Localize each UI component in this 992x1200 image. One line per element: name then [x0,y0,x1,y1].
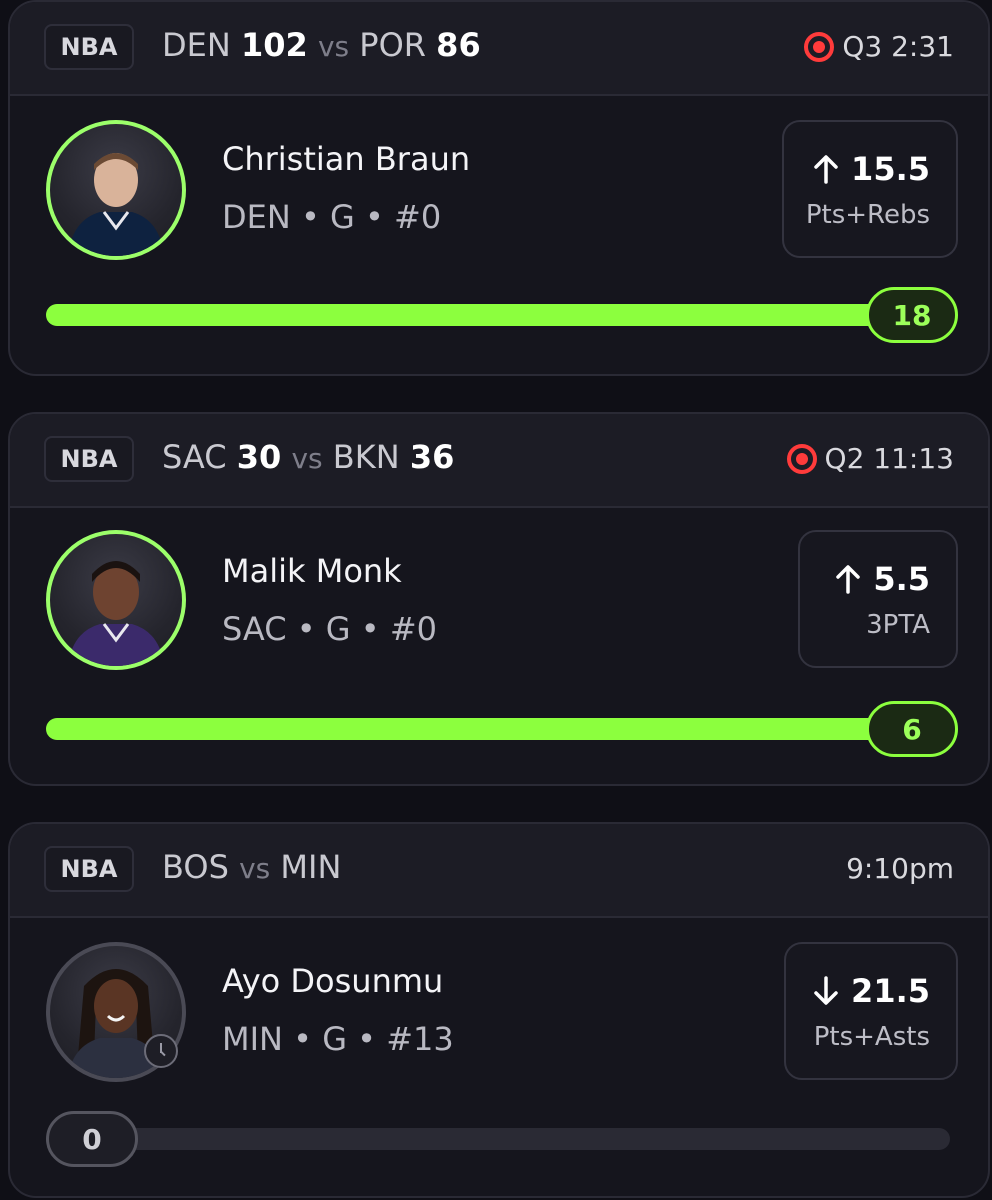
progress-fill [46,304,950,326]
game-clock: Q2 11:13 [824,442,954,475]
prop-value: 21.5 [851,972,930,1010]
league-badge: NBA [44,436,134,482]
matchup: DEN 102 vs POR 86 [162,26,481,64]
score-away: 102 [240,26,308,64]
prop-line-box[interactable]: 5.5 3PTA [798,530,958,668]
live-icon [804,31,835,62]
progress-fill [46,718,950,740]
team-away: SAC [162,438,227,476]
vs-label: vs [317,30,350,63]
prop-stat: Pts+Asts [813,1022,930,1052]
game-status: Q2 11:13 [786,442,954,475]
prop-line: 15.5 [813,150,930,188]
live-icon [786,443,817,474]
matchup: BOS vs MIN [162,848,341,886]
game-status: 9:10pm [846,852,954,885]
player-avatar[interactable] [46,120,186,260]
score-home: 86 [436,26,481,64]
matchup: SAC 30 vs BKN 36 [162,438,454,476]
game-status: Q3 2:31 [804,30,954,63]
prop-card-1[interactable]: NBA DEN 102 vs POR 86 Q3 2:31 Christian … [8,0,990,376]
league-badge: NBA [44,24,134,70]
prop-value: 15.5 [851,150,930,188]
player-photo-icon [68,153,164,256]
player-meta: DEN • G • #0 [222,198,442,236]
prop-card-3[interactable]: NBA BOS vs MIN 9:10pm Ayo Dosunmu MIN • … [8,822,990,1198]
player-meta: SAC • G • #0 [222,610,437,648]
league-badge: NBA [44,846,134,892]
progress-value: 0 [82,1122,102,1156]
progress-track [46,1128,950,1150]
prop-stat: 3PTA [866,610,930,640]
team-away: DEN [162,26,231,64]
progress-value-pill: 18 [866,287,958,343]
progress-value: 6 [902,712,922,746]
player-photo-icon [68,561,164,666]
prop-line: 21.5 [813,972,930,1010]
player-name: Christian Braun [222,140,471,178]
prop-line-box[interactable]: 15.5 Pts+Rebs [782,120,958,258]
game-header: NBA BOS vs MIN 9:10pm [10,824,988,918]
prop-card-2[interactable]: NBA SAC 30 vs BKN 36 Q2 11:13 Malik Monk… [8,412,990,786]
score-home: 36 [409,438,455,476]
prop-line-box[interactable]: 21.5 Pts+Asts [784,942,958,1080]
player-name: Ayo Dosunmu [222,962,444,1000]
prop-value: 5.5 [873,560,930,598]
arrow-up-icon [814,155,838,184]
prop-line: 5.5 [835,560,930,598]
vs-label: vs [239,852,271,885]
team-home: BKN [332,438,400,476]
arrow-up-icon [836,565,861,594]
player-name: Malik Monk [222,552,402,590]
game-clock: Q3 2:31 [842,30,954,63]
arrow-down-icon [814,976,838,1005]
progress-value-pill: 0 [46,1111,138,1167]
clock-icon [144,1034,178,1068]
player-avatar[interactable] [46,530,186,670]
progress-track [46,304,950,326]
player-meta: MIN • G • #13 [222,1020,454,1058]
progress-value: 18 [892,298,932,332]
vs-label: vs [291,442,323,475]
team-home: MIN [280,848,342,886]
team-home: POR [359,26,426,64]
score-away: 30 [236,438,282,476]
team-away: BOS [162,848,229,886]
game-header: NBA SAC 30 vs BKN 36 Q2 11:13 [10,414,988,508]
game-header: NBA DEN 102 vs POR 86 Q3 2:31 [10,2,988,96]
progress-value-pill: 6 [866,701,958,757]
progress-track [46,718,950,740]
game-start-time: 9:10pm [846,852,954,885]
prop-stat: Pts+Rebs [805,200,930,230]
